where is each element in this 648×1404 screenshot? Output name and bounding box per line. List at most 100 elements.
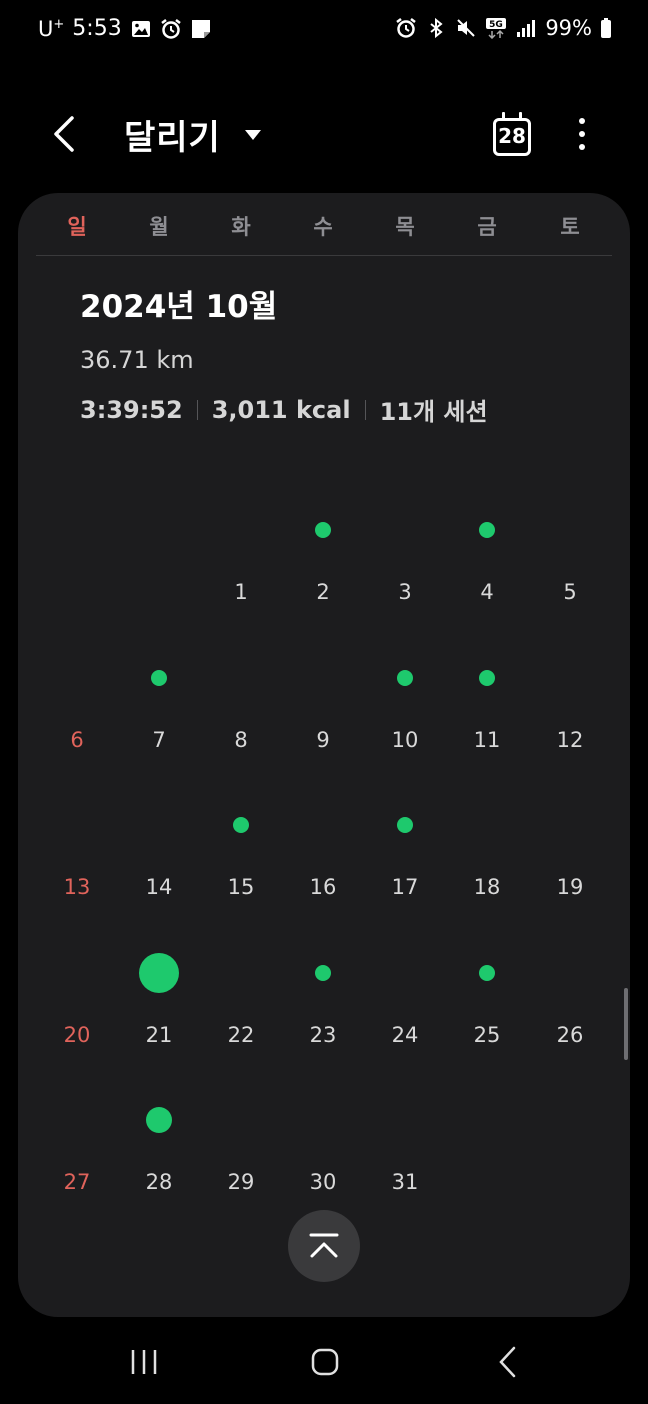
more-vertical-icon-dot bbox=[579, 144, 585, 150]
calendar-day[interactable]: 1 bbox=[206, 518, 276, 638]
scroll-to-top-button[interactable] bbox=[288, 1210, 360, 1282]
calendar-day[interactable]: 5 bbox=[535, 518, 605, 638]
day-number: 3 bbox=[398, 580, 412, 604]
month-summary: 2024년 10월 36.71 km 3:39:52 3,011 kcal 11… bbox=[80, 281, 488, 427]
calendar-day[interactable]: 11 bbox=[452, 666, 522, 786]
total-distance: 36.71 km bbox=[80, 346, 194, 374]
day-number: 22 bbox=[227, 1022, 255, 1047]
weekday-sun: 일 bbox=[67, 215, 87, 239]
home-button[interactable] bbox=[305, 1342, 345, 1382]
calendar-day[interactable]: 22 bbox=[206, 961, 276, 1081]
day-number: 24 bbox=[391, 1022, 419, 1047]
calendar-day[interactable]: 23 bbox=[288, 961, 358, 1081]
status-bar: U+ 5:53 5G 99% bbox=[0, 0, 648, 62]
scrollbar[interactable] bbox=[624, 988, 628, 1060]
calendar-day[interactable]: 26 bbox=[535, 961, 605, 1081]
caret-down-icon bbox=[244, 129, 261, 140]
more-options-button[interactable] bbox=[566, 112, 598, 156]
calendar-day[interactable]: 7 bbox=[124, 666, 194, 786]
day-number: 16 bbox=[309, 875, 337, 899]
calendar-day[interactable]: 31 bbox=[370, 1108, 440, 1228]
status-left: U+ 5:53 bbox=[38, 16, 212, 41]
day-number: 8 bbox=[234, 727, 248, 752]
weekday-header: 일 월 화 수 목 금 토 bbox=[18, 193, 630, 255]
calendar-day[interactable]: 20 bbox=[42, 961, 112, 1081]
weekday-sat: 토 bbox=[560, 215, 580, 239]
header-divider bbox=[36, 255, 612, 256]
more-vertical-icon-dot bbox=[579, 131, 585, 137]
activity-dot bbox=[151, 669, 167, 686]
calendar-day[interactable]: 3 bbox=[370, 518, 440, 638]
activity-dot bbox=[397, 817, 413, 833]
recent-apps-icon bbox=[131, 1350, 157, 1374]
day-number: 10 bbox=[391, 727, 419, 752]
activity-dot bbox=[479, 964, 495, 981]
day-number: 1 bbox=[234, 580, 248, 604]
calendar-day[interactable]: 18 bbox=[452, 813, 522, 933]
activity-dot bbox=[233, 817, 249, 833]
calendar-day[interactable]: 8 bbox=[206, 666, 276, 786]
calendar-day[interactable]: 4 bbox=[452, 518, 522, 638]
note-icon bbox=[190, 18, 212, 40]
calendar-day[interactable]: 17 bbox=[370, 813, 440, 933]
alarm-icon bbox=[395, 17, 417, 39]
calendar-day[interactable]: 13 bbox=[42, 813, 112, 933]
calendar-day[interactable]: 28 bbox=[124, 1107, 194, 1228]
weekday-thu: 목 bbox=[395, 215, 415, 239]
carrier-label: U+ bbox=[38, 16, 65, 41]
calendar-day[interactable]: 10 bbox=[370, 666, 440, 786]
calendar-button[interactable]: 28 bbox=[490, 112, 532, 156]
5g-icon: 5G bbox=[485, 17, 507, 39]
weekday-fri: 금 bbox=[477, 215, 497, 239]
status-time: 5:53 bbox=[72, 16, 122, 41]
back-button[interactable] bbox=[42, 112, 86, 156]
calendar-day[interactable]: 15 bbox=[206, 813, 276, 933]
day-number: 6 bbox=[70, 727, 84, 752]
calendar-day[interactable]: 19 bbox=[535, 813, 605, 933]
calendar-day[interactable]: 12 bbox=[535, 666, 605, 786]
stat-separator bbox=[196, 399, 198, 420]
day-number: 15 bbox=[227, 875, 255, 899]
calendar-day[interactable]: 21 bbox=[124, 952, 194, 1081]
back-icon bbox=[499, 1346, 516, 1378]
gallery-icon bbox=[130, 18, 152, 40]
day-number: 12 bbox=[556, 727, 584, 752]
recent-apps-button[interactable] bbox=[124, 1342, 164, 1382]
calendar-day[interactable]: 29 bbox=[206, 1108, 276, 1228]
weekday-wed: 수 bbox=[313, 215, 333, 239]
activity-dot bbox=[146, 1107, 172, 1133]
calendar-day[interactable]: 6 bbox=[42, 666, 112, 786]
total-duration: 3:39:52 bbox=[80, 395, 183, 424]
day-number: 7 bbox=[152, 727, 166, 752]
activity-selector[interactable]: 달리기 bbox=[124, 110, 263, 159]
day-number: 4 bbox=[480, 580, 494, 604]
summary-stats: 3:39:52 3,011 kcal 11개 세션 bbox=[80, 392, 488, 427]
calendar-day[interactable]: 16 bbox=[288, 813, 358, 933]
calendar-day[interactable]: 25 bbox=[452, 961, 522, 1081]
activity-dot bbox=[315, 522, 331, 538]
svg-text:5G: 5G bbox=[489, 20, 503, 30]
calendar-card: 일 월 화 수 목 금 토 2024년 10월 36.71 km 3:39:52… bbox=[18, 193, 630, 1317]
page-title: 달리기 bbox=[124, 118, 221, 158]
calendar-day[interactable]: 14 bbox=[124, 813, 194, 933]
day-number: 25 bbox=[473, 1022, 501, 1047]
day-number: 11 bbox=[473, 727, 501, 752]
activity-dot bbox=[479, 522, 495, 538]
more-vertical-icon bbox=[579, 118, 585, 124]
day-number: 20 bbox=[63, 1022, 91, 1047]
calendar-day[interactable]: 27 bbox=[42, 1108, 112, 1228]
weekday-mon: 월 bbox=[149, 215, 169, 239]
bluetooth-icon bbox=[425, 17, 447, 39]
day-number: 13 bbox=[63, 875, 91, 899]
status-right: 5G 99% bbox=[395, 16, 612, 40]
calendar-day[interactable]: 2 bbox=[288, 518, 358, 638]
battery-percent: 99% bbox=[545, 16, 592, 40]
calendar-day[interactable]: 24 bbox=[370, 961, 440, 1081]
day-number: 23 bbox=[309, 1022, 337, 1047]
system-back-button[interactable] bbox=[488, 1342, 528, 1382]
calendar-day[interactable]: 9 bbox=[288, 666, 358, 786]
session-count: 11개 세션 bbox=[379, 398, 488, 426]
day-number: 14 bbox=[145, 875, 173, 899]
day-number: 31 bbox=[391, 1170, 419, 1194]
activity-dot bbox=[139, 952, 179, 993]
